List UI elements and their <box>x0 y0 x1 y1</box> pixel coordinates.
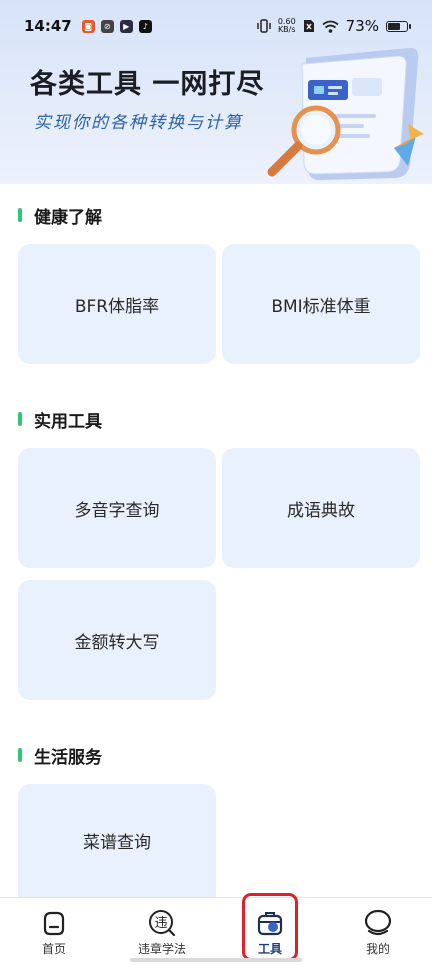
section-accent-bar <box>18 748 22 762</box>
tool-tile-bmi[interactable]: BMI标准体重 <box>222 244 420 364</box>
no-sim-icon <box>303 20 314 32</box>
banner-subtitle: 实现你的各种转换与计算 <box>34 113 243 133</box>
section-header-life: 生活服务 <box>18 743 102 768</box>
nav-label-tools: 工具 <box>257 942 282 956</box>
battery-icon <box>386 20 411 32</box>
violation-icon: 违 <box>149 910 176 937</box>
home-icon <box>43 911 65 936</box>
tool-tile-idiom[interactable]: 成语典故 <box>222 448 420 568</box>
bottom-nav: 首页 违 违章学法 工具 我的 <box>0 897 432 965</box>
status-bar: 14:47 ◙ ⊘ ▶ ♪ 0.60 KB/s 73% <box>0 0 432 52</box>
nav-label-violation: 违章学法 <box>137 942 186 956</box>
notification-app-icon: ◙ <box>81 19 95 33</box>
toolbox-icon <box>257 912 283 936</box>
notification-play-icon: ▶ <box>119 19 133 33</box>
tool-tile-amount-uppercase[interactable]: 金额转大写 <box>18 580 216 700</box>
battery-level-fill <box>388 22 400 30</box>
home-indicator[interactable] <box>130 958 302 962</box>
banner-title: 各类工具 一网打尽 <box>30 69 265 100</box>
network-speed: 0.60 KB/s <box>278 18 296 34</box>
svg-text:违: 违 <box>154 916 167 931</box>
section-title-health: 健康了解 <box>34 207 102 228</box>
tool-tile-polyphone[interactable]: 多音字查询 <box>18 448 216 568</box>
profile-icon <box>364 909 392 936</box>
nav-item-violation[interactable]: 违 违章学法 <box>108 898 216 958</box>
status-time: 14:47 <box>24 17 72 35</box>
nav-label-home: 首页 <box>41 942 66 956</box>
section-title-practical: 实用工具 <box>34 411 102 432</box>
section-accent-bar <box>18 208 22 222</box>
section-header-health: 健康了解 <box>18 203 102 228</box>
nav-label-profile: 我的 <box>365 942 390 956</box>
section-accent-bar <box>18 412 22 426</box>
net-speed-unit: KB/s <box>277 25 296 34</box>
nav-item-home[interactable]: 首页 <box>0 898 108 958</box>
section-header-practical: 实用工具 <box>18 407 102 432</box>
vibrate-icon <box>257 19 271 33</box>
nav-item-profile[interactable]: 我的 <box>324 898 432 958</box>
section-title-life: 生活服务 <box>34 747 102 768</box>
notification-tiktok-icon: ♪ <box>138 19 152 33</box>
tool-tile-bfr[interactable]: BFR体脂率 <box>18 244 216 364</box>
document-magnifier-illustration <box>267 47 424 180</box>
wifi-icon <box>322 20 339 33</box>
nav-item-tools[interactable]: 工具 <box>216 898 324 958</box>
battery-percent: 73% <box>345 17 379 35</box>
tool-tile-recipe[interactable]: 菜谱查询 <box>18 784 216 897</box>
notification-link-icon: ⊘ <box>100 19 114 33</box>
